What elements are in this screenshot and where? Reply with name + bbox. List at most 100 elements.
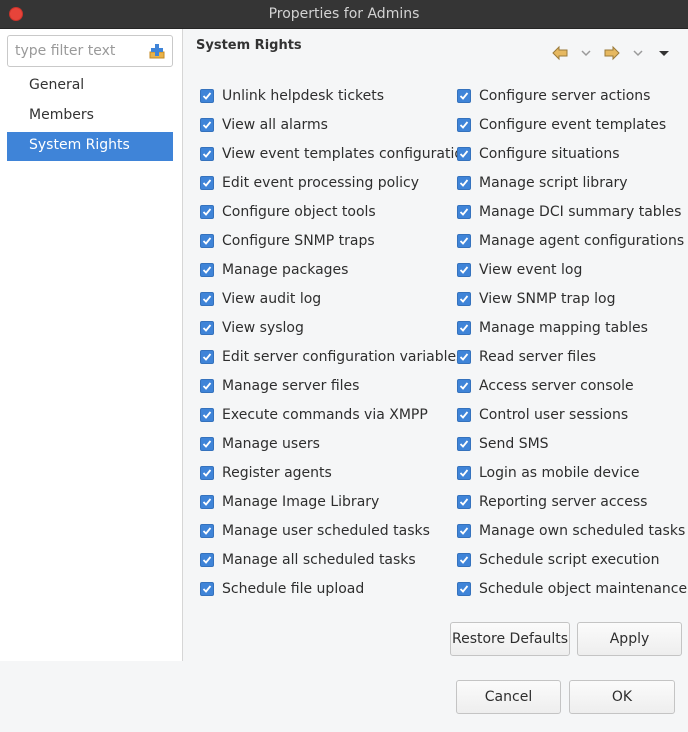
- checkbox-checked-icon[interactable]: [200, 146, 214, 161]
- checkbox-checked-icon[interactable]: [200, 552, 214, 567]
- checkbox-checked-icon[interactable]: [457, 552, 471, 567]
- checkbox-checked-icon[interactable]: [457, 204, 471, 219]
- nav-item-general[interactable]: General: [7, 72, 173, 101]
- forward-arrow-icon[interactable]: [603, 44, 621, 62]
- checkbox-checked-icon[interactable]: [200, 407, 214, 422]
- checkbox-checked-icon[interactable]: [200, 291, 214, 306]
- checkbox-checked-icon[interactable]: [457, 320, 471, 335]
- right-checkbox-item[interactable]: Configure object tools: [200, 197, 472, 226]
- right-checkbox-item[interactable]: Unlink helpdesk tickets: [200, 81, 472, 110]
- right-checkbox-item[interactable]: View event log: [457, 255, 687, 284]
- right-checkbox-item[interactable]: Edit server configuration variables: [200, 342, 472, 371]
- right-label: Configure event templates: [479, 116, 667, 133]
- right-checkbox-item[interactable]: Manage mapping tables: [457, 313, 687, 342]
- restore-defaults-button[interactable]: Restore Defaults: [450, 622, 570, 656]
- checkbox-checked-icon[interactable]: [200, 349, 214, 364]
- checkbox-checked-icon[interactable]: [457, 175, 471, 190]
- right-checkbox-item[interactable]: Edit event processing policy: [200, 168, 472, 197]
- view-menu-icon[interactable]: [655, 44, 673, 62]
- checkbox-checked-icon[interactable]: [457, 233, 471, 248]
- right-checkbox-item[interactable]: Control user sessions: [457, 400, 687, 429]
- right-checkbox-item[interactable]: Manage script library: [457, 168, 687, 197]
- checkbox-checked-icon[interactable]: [457, 262, 471, 277]
- right-checkbox-item[interactable]: Reporting server access: [457, 487, 687, 516]
- forward-dropdown-icon[interactable]: [629, 44, 647, 62]
- right-checkbox-item[interactable]: Login as mobile device: [457, 458, 687, 487]
- right-checkbox-item[interactable]: Manage Image Library: [200, 487, 472, 516]
- right-checkbox-item[interactable]: Configure server actions: [457, 81, 687, 110]
- checkbox-checked-icon[interactable]: [457, 407, 471, 422]
- checkbox-checked-icon[interactable]: [200, 117, 214, 132]
- apply-button[interactable]: Apply: [577, 622, 682, 656]
- checkbox-checked-icon[interactable]: [457, 291, 471, 306]
- checkbox-checked-icon[interactable]: [200, 523, 214, 538]
- checkbox-checked-icon[interactable]: [457, 146, 471, 161]
- checkbox-checked-icon[interactable]: [200, 233, 214, 248]
- back-arrow-icon[interactable]: [551, 44, 569, 62]
- right-checkbox-item[interactable]: View syslog: [200, 313, 472, 342]
- right-label: View all alarms: [222, 116, 328, 133]
- right-label: Manage agent configurations: [479, 232, 685, 249]
- back-dropdown-icon[interactable]: [577, 44, 595, 62]
- checkbox-checked-icon[interactable]: [457, 494, 471, 509]
- right-checkbox-item[interactable]: View event templates configuration: [200, 139, 472, 168]
- right-label: View SNMP trap log: [479, 290, 616, 307]
- nav-item-system-rights[interactable]: System Rights: [7, 132, 173, 161]
- right-checkbox-item[interactable]: View all alarms: [200, 110, 472, 139]
- right-label: Register agents: [222, 464, 332, 481]
- right-checkbox-item[interactable]: Send SMS: [457, 429, 687, 458]
- checkbox-checked-icon[interactable]: [457, 523, 471, 538]
- right-checkbox-item[interactable]: Manage DCI summary tables: [457, 197, 687, 226]
- right-checkbox-item[interactable]: Manage users: [200, 429, 472, 458]
- right-checkbox-item[interactable]: Manage own scheduled tasks: [457, 516, 687, 545]
- filter-input[interactable]: [8, 36, 146, 66]
- right-label: Configure SNMP traps: [222, 232, 375, 249]
- right-checkbox-item[interactable]: Manage user scheduled tasks: [200, 516, 472, 545]
- checkbox-checked-icon[interactable]: [200, 465, 214, 480]
- right-checkbox-item[interactable]: Schedule file upload: [200, 574, 472, 603]
- nav-item-members[interactable]: Members: [7, 102, 173, 131]
- checkbox-checked-icon[interactable]: [457, 465, 471, 480]
- right-checkbox-item[interactable]: View SNMP trap log: [457, 284, 687, 313]
- checkbox-checked-icon[interactable]: [200, 494, 214, 509]
- right-checkbox-item[interactable]: Manage all scheduled tasks: [200, 545, 472, 574]
- right-label: Send SMS: [479, 435, 549, 452]
- checkbox-checked-icon[interactable]: [200, 175, 214, 190]
- checkbox-checked-icon[interactable]: [200, 436, 214, 451]
- checkbox-checked-icon[interactable]: [200, 581, 214, 596]
- ok-button[interactable]: OK: [569, 680, 675, 714]
- checkbox-checked-icon[interactable]: [457, 88, 471, 103]
- window-titlebar: Properties for Admins: [0, 0, 688, 29]
- right-checkbox-item[interactable]: Register agents: [200, 458, 472, 487]
- checkbox-checked-icon[interactable]: [200, 204, 214, 219]
- cancel-button[interactable]: Cancel: [456, 680, 561, 714]
- checkbox-checked-icon[interactable]: [457, 581, 471, 596]
- checkbox-checked-icon[interactable]: [200, 378, 214, 393]
- right-checkbox-item[interactable]: Schedule script execution: [457, 545, 687, 574]
- right-label: Edit event processing policy: [222, 174, 419, 191]
- right-label: Reporting server access: [479, 493, 648, 510]
- right-checkbox-item[interactable]: Read server files: [457, 342, 687, 371]
- clear-filter-icon[interactable]: [149, 43, 165, 59]
- checkbox-checked-icon[interactable]: [200, 320, 214, 335]
- right-label: Manage all scheduled tasks: [222, 551, 416, 568]
- right-checkbox-item[interactable]: Manage server files: [200, 371, 472, 400]
- checkbox-checked-icon[interactable]: [457, 436, 471, 451]
- filter-box[interactable]: [7, 35, 173, 67]
- right-checkbox-item[interactable]: Access server console: [457, 371, 687, 400]
- checkbox-checked-icon[interactable]: [457, 349, 471, 364]
- right-checkbox-item[interactable]: Configure SNMP traps: [200, 226, 472, 255]
- checkbox-checked-icon[interactable]: [200, 262, 214, 277]
- right-checkbox-item[interactable]: Schedule object maintenance: [457, 574, 687, 603]
- right-checkbox-item[interactable]: View audit log: [200, 284, 472, 313]
- rights-column-right: Configure server actions Configure event …: [457, 81, 687, 603]
- right-label: Manage own scheduled tasks: [479, 522, 686, 539]
- right-checkbox-item[interactable]: Configure event templates: [457, 110, 687, 139]
- checkbox-checked-icon[interactable]: [457, 378, 471, 393]
- right-checkbox-item[interactable]: Configure situations: [457, 139, 687, 168]
- right-checkbox-item[interactable]: Manage packages: [200, 255, 472, 284]
- checkbox-checked-icon[interactable]: [457, 117, 471, 132]
- right-checkbox-item[interactable]: Manage agent configurations: [457, 226, 687, 255]
- right-checkbox-item[interactable]: Execute commands via XMPP: [200, 400, 472, 429]
- checkbox-checked-icon[interactable]: [200, 88, 214, 103]
